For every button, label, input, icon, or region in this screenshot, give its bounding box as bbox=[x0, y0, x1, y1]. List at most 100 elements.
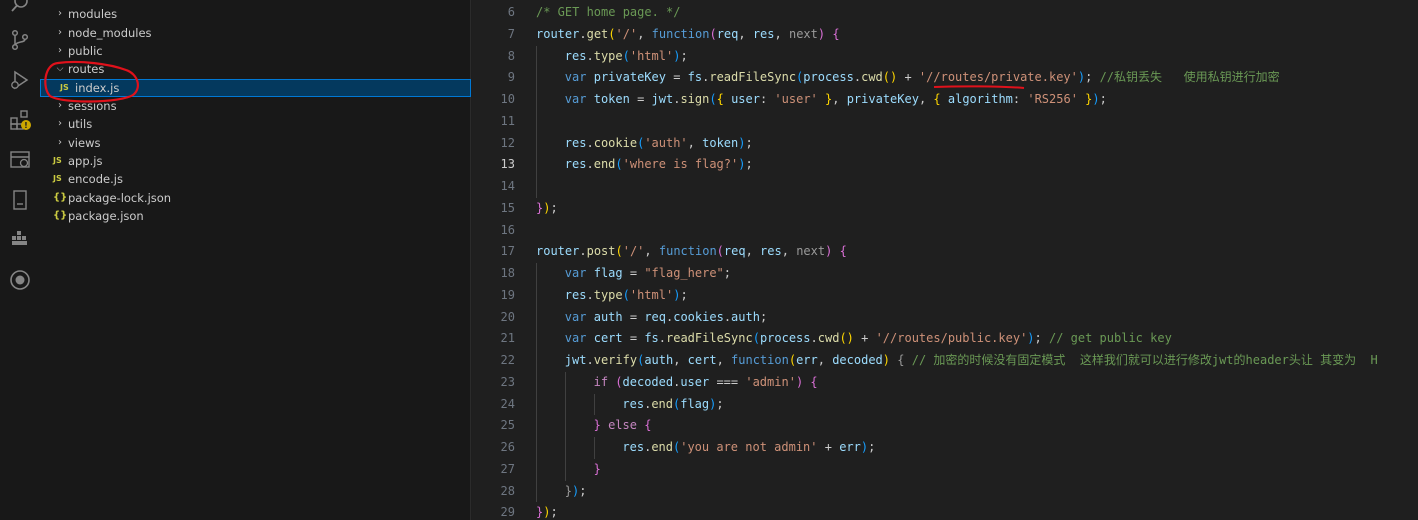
code-token: /* GET home page. */ bbox=[536, 5, 681, 19]
code-line[interactable]: 23 if (decoded.user === 'admin') { bbox=[472, 371, 1418, 394]
code-line[interactable]: 6 /* GET home page. */ bbox=[472, 2, 1418, 24]
chevron-right-icon[interactable]: › bbox=[54, 97, 66, 115]
code-text: if (decoded.user === 'admin') { bbox=[594, 372, 818, 394]
code-token: router bbox=[536, 244, 580, 259]
tree-folder-utils[interactable]: › utils bbox=[40, 115, 471, 133]
code-token: , bbox=[687, 135, 703, 150]
code-line[interactable]: 26 res.end('you are not admin' + err); bbox=[472, 437, 1418, 459]
line-number: 28 bbox=[500, 483, 515, 498]
chevron-right-icon[interactable]: › bbox=[54, 134, 66, 152]
code-token: function bbox=[731, 353, 789, 367]
code-line[interactable]: 18 var flag = "flag_here"; bbox=[472, 263, 1418, 285]
tree-folder-node-modules[interactable]: › node_modules bbox=[40, 24, 471, 42]
code-line[interactable]: 7 router.get('/', function(req, res, next… bbox=[472, 24, 1418, 46]
indent-guide bbox=[536, 284, 537, 307]
line-number: 23 bbox=[500, 374, 515, 389]
code-line[interactable]: 29}); bbox=[472, 502, 1418, 520]
code-token: + bbox=[817, 440, 840, 454]
code-token: process bbox=[803, 70, 854, 85]
code-token: () bbox=[839, 331, 854, 346]
chevron-down-icon[interactable]: ⌵ bbox=[54, 60, 66, 78]
code-token: 'where is flag?' bbox=[622, 157, 739, 172]
tree-folder-views[interactable]: › views bbox=[40, 134, 471, 152]
indent-guide bbox=[536, 480, 537, 503]
code-token: // 加密的时候没有固定模式 这样我们就可以进行修改jwt的header头让 其… bbox=[911, 353, 1378, 367]
source-control-icon[interactable] bbox=[8, 28, 32, 52]
code-token: res bbox=[564, 157, 587, 172]
tree-folder-public[interactable]: › public bbox=[40, 42, 471, 60]
code-line[interactable]: 12 res.cookie('auth', token); bbox=[472, 132, 1418, 155]
code-line[interactable]: 21 var cert = fs.readFileSync(process.cwd… bbox=[472, 328, 1418, 350]
line-number: 13 bbox=[500, 157, 515, 172]
code-token: , bbox=[644, 244, 659, 259]
run-debug-icon[interactable] bbox=[8, 68, 32, 92]
tree-file-package-lock-json[interactable]: {} package-lock.json bbox=[40, 189, 471, 207]
code-line[interactable]: 11 bbox=[472, 110, 1418, 133]
code-token: 'user' bbox=[774, 92, 818, 106]
code-token: } bbox=[593, 418, 601, 433]
code-line[interactable]: 28}); bbox=[472, 480, 1418, 503]
tree-file-app-js[interactable]: JS app.js bbox=[40, 152, 471, 170]
indent-guide bbox=[536, 328, 537, 350]
code-token: { bbox=[810, 374, 818, 389]
chevron-right-icon[interactable]: › bbox=[54, 115, 66, 133]
indent-guide bbox=[536, 371, 537, 394]
chevron-right-icon[interactable]: › bbox=[54, 5, 66, 23]
javascript-file-icon: JS bbox=[53, 156, 62, 165]
remote-explorer-icon[interactable] bbox=[8, 148, 32, 172]
code-line[interactable]: 24 res.end(flag); bbox=[472, 393, 1418, 416]
tree-file-package-json[interactable]: {} package.json bbox=[40, 207, 471, 225]
line-number: 26 bbox=[500, 440, 515, 454]
code-token: err bbox=[796, 353, 818, 367]
code-token: ; bbox=[1034, 331, 1049, 346]
code-token: : bbox=[759, 92, 775, 106]
chevron-right-icon[interactable]: › bbox=[54, 24, 66, 42]
code-token: auth bbox=[731, 309, 760, 324]
code-line[interactable]: 19 res.type('html'); bbox=[472, 284, 1418, 307]
code-token: // get public key bbox=[1048, 331, 1172, 346]
svg-text:!: ! bbox=[24, 121, 28, 130]
search-icon[interactable] bbox=[8, 0, 32, 16]
tree-folder-modules[interactable]: › modules bbox=[40, 5, 471, 23]
code-line[interactable]: 9 var privateKey = fs.readFileSync(proces… bbox=[472, 67, 1418, 89]
code-line[interactable]: 22 jwt.verify(auth, cert, function(err, d… bbox=[472, 350, 1418, 372]
code-line[interactable]: 25} else { bbox=[472, 415, 1418, 437]
code-line[interactable]: 13 res.end('where is flag?'); bbox=[472, 154, 1418, 176]
code-token: sign bbox=[680, 92, 710, 106]
github-icon[interactable] bbox=[8, 268, 32, 292]
code-line[interactable]: 16 bbox=[472, 220, 1418, 242]
code-line[interactable]: 20 var auth = req.cookies.auth; bbox=[472, 306, 1418, 329]
code-line[interactable]: 10 var token = jwt.sign({ user: 'user' },… bbox=[472, 89, 1418, 111]
docker-icon[interactable] bbox=[8, 228, 32, 252]
extensions-icon[interactable]: ! bbox=[8, 108, 32, 132]
indent-guide bbox=[564, 415, 566, 437]
chevron-right-icon[interactable]: › bbox=[54, 42, 66, 60]
code-editor[interactable]: 6/* GET home page. */7 router.get('/', fu… bbox=[472, 0, 1418, 520]
tree-item-label: package.json bbox=[68, 209, 144, 223]
indent-guide bbox=[536, 437, 537, 459]
code-token: type bbox=[593, 48, 623, 63]
code-token: 'html' bbox=[629, 287, 674, 302]
code-line[interactable]: 14 bbox=[472, 176, 1418, 198]
code-token: flag bbox=[680, 396, 710, 411]
tree-file-index-js[interactable]: JS index.js bbox=[40, 79, 471, 97]
code-line[interactable]: 17 router.post('/', function(req, res, ne… bbox=[472, 241, 1418, 263]
json-file-icon: {} bbox=[53, 210, 68, 221]
tree-file-encode-js[interactable]: JS encode.js bbox=[40, 170, 471, 188]
code-line[interactable]: 27} bbox=[472, 458, 1418, 481]
code-token: ; bbox=[759, 309, 768, 324]
code-token: res bbox=[622, 440, 645, 454]
tree-folder-sessions[interactable]: › sessions bbox=[40, 97, 471, 115]
code-line[interactable]: 8 res.type('html'); bbox=[472, 45, 1418, 68]
code-token: ( bbox=[709, 26, 717, 41]
code-token: "flag_here" bbox=[644, 266, 724, 280]
bookmark-icon[interactable] bbox=[8, 188, 32, 212]
code-token: post bbox=[586, 244, 616, 259]
code-line[interactable]: 15}); bbox=[472, 198, 1418, 220]
tree-folder-routes[interactable]: ⌵ routes bbox=[40, 60, 471, 78]
code-token: , bbox=[745, 244, 761, 259]
